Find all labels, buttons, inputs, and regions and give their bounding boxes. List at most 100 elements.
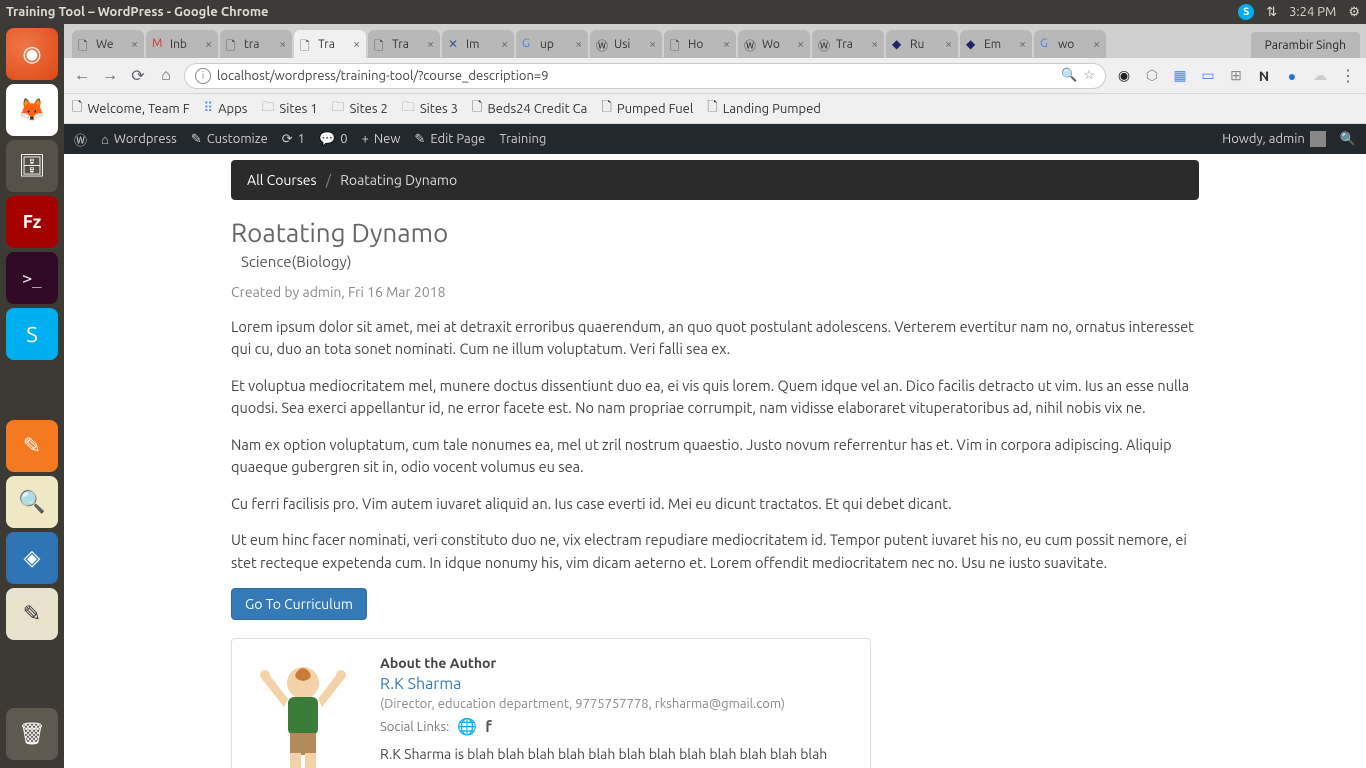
close-icon[interactable]: × [871,38,878,51]
wp-logo[interactable]: Ⓦ [74,130,87,149]
files-icon[interactable]: 🗄 [6,140,58,192]
browser-tab[interactable]: Gwo× [1034,30,1106,58]
wp-customize[interactable]: ✎Customize [191,132,268,147]
close-icon[interactable]: × [797,38,804,51]
browser-tab-active[interactable]: 🗋Tra× [294,30,366,58]
paragraph: Et voluptua mediocritatem mel, munere do… [231,375,1199,420]
search-in-page-icon[interactable]: 🔍 [1061,68,1077,83]
close-icon[interactable]: × [945,38,952,51]
close-icon[interactable]: × [575,38,582,51]
extension-icon[interactable]: ⬡ [1142,66,1162,86]
author-card: About the Author R.K Sharma (Director, e… [231,638,871,768]
folder-icon: 🗀 [261,98,274,120]
wp-site-link[interactable]: ⌂Wordpress [101,132,177,147]
refresh-icon: ⟳ [282,132,293,147]
author-heading: About the Author [380,655,854,671]
close-icon[interactable]: × [723,38,730,51]
breadcrumb-root[interactable]: All Courses [247,172,317,188]
back-button[interactable]: ← [72,66,92,86]
author-image [248,655,358,768]
extension-icon[interactable]: ◉ [1114,66,1134,86]
bookmark-item[interactable]: 🗋Landing Pumped [707,98,821,120]
bookmark-folder[interactable]: 🗀Sites 3 [402,98,458,120]
network-icon[interactable]: ⇅ [1266,5,1277,20]
extension-icon[interactable]: ▦ [1170,66,1190,86]
avatar [1310,131,1326,147]
bookmark-folder[interactable]: 🗀Sites 2 [332,98,388,120]
browser-tab[interactable]: 🗋tra× [220,30,292,58]
browser-tab[interactable]: ⓌUsi× [590,30,662,58]
browser-tab[interactable]: 🗋We× [72,30,144,58]
browser-tab[interactable]: MInb× [146,30,218,58]
dash-icon[interactable]: ◉ [6,28,58,80]
globe-icon[interactable]: 🌐 [457,717,477,736]
virtualbox-icon[interactable]: ◈ [6,532,58,584]
paragraph: Cu ferri facilisis pro. Vim autem iuvare… [231,493,1199,515]
paragraph: Ut eum hinc facer nominati, veri constit… [231,529,1199,574]
firefox-icon[interactable]: 🦊 [6,84,58,136]
favicon: G [1040,37,1054,51]
browser-tab[interactable]: ✕Im× [442,30,514,58]
wp-training[interactable]: Training [499,132,546,146]
favicon: G [522,37,536,51]
system-tray: S ⇅ 3:24 PM ⚙ [1238,4,1360,20]
terminal-icon[interactable]: >_ [6,252,58,304]
browser-tab[interactable]: ⓌWo× [738,30,810,58]
extension-icon[interactable]: ⊞ [1226,66,1246,86]
skype-icon[interactable]: S [6,308,58,360]
author-name[interactable]: R.K Sharma [380,675,854,693]
bookmark-folder[interactable]: 🗀Sites 1 [261,98,317,120]
apps-icon: ⠿ [204,101,214,116]
wp-comments[interactable]: 💬0 [319,132,348,147]
clock[interactable]: 3:24 PM [1289,5,1336,19]
browser-tab[interactable]: ◆Ru× [886,30,958,58]
bookmark-item[interactable]: 🗋Beds24 Credit Ca [472,98,587,120]
close-icon[interactable]: × [1019,38,1026,51]
browser-tab[interactable]: ◆Em× [960,30,1032,58]
close-icon[interactable]: × [427,38,434,51]
wp-edit-page[interactable]: ✎Edit Page [414,132,485,147]
home-button[interactable]: ⌂ [156,66,176,86]
skype-tray-icon[interactable]: S [1238,4,1254,20]
close-icon[interactable]: × [649,38,656,51]
text-editor-icon[interactable]: ✎ [6,588,58,640]
chrome-menu-icon[interactable]: ⋮ [1338,66,1358,86]
extension-icon[interactable]: ▭ [1198,66,1218,86]
extension-icon[interactable]: ☁ [1310,66,1330,86]
close-icon[interactable]: × [501,38,508,51]
bookmark-item[interactable]: ⠿Apps [204,101,248,116]
extension-icon[interactable]: ● [1282,66,1302,86]
favicon: ✕ [448,37,462,51]
close-icon[interactable]: × [1093,38,1100,51]
go-to-curriculum-button[interactable]: Go To Curriculum [231,588,367,620]
wp-search-icon[interactable]: 🔍 [1340,132,1356,147]
trash-icon[interactable]: 🗑 [6,708,58,760]
postman-icon[interactable]: ✎ [6,420,58,472]
info-icon[interactable]: i [195,68,211,84]
browser-tab[interactable]: 🗋Ho× [664,30,736,58]
wp-howdy[interactable]: Howdy, admin [1222,131,1326,147]
reload-button[interactable]: ⟳ [128,66,148,86]
facebook-icon[interactable]: f [485,718,492,736]
wp-updates[interactable]: ⟳1 [282,132,305,147]
image-viewer-icon[interactable]: 🔍 [6,476,58,528]
page-title: Roatating Dynamo [231,218,1199,247]
forward-button[interactable]: → [100,66,120,86]
browser-tab[interactable]: 🗋Tra× [368,30,440,58]
window-title: Training Tool – WordPress - Google Chrom… [6,5,269,19]
gear-icon[interactable]: ⚙ [1348,5,1360,20]
bookmark-item[interactable]: 🗋Welcome, Team F [72,98,190,120]
browser-tab[interactable]: ⓌTra× [812,30,884,58]
browser-tab[interactable]: Gup× [516,30,588,58]
extension-icon[interactable]: N [1254,66,1274,86]
filezilla-icon[interactable]: Fz [6,196,58,248]
address-bar[interactable]: i localhost/wordpress/training-tool/?cou… [184,63,1106,89]
close-icon[interactable]: × [205,38,212,51]
wp-new[interactable]: +New [362,132,401,146]
close-icon[interactable]: × [279,38,286,51]
chrome-profile[interactable]: Parambir Singh [1251,32,1360,58]
bookmark-star-icon[interactable]: ☆ [1083,68,1095,83]
close-icon[interactable]: × [353,38,360,51]
close-icon[interactable]: × [131,38,138,51]
bookmark-item[interactable]: 🗋Pumped Fuel [601,98,693,120]
